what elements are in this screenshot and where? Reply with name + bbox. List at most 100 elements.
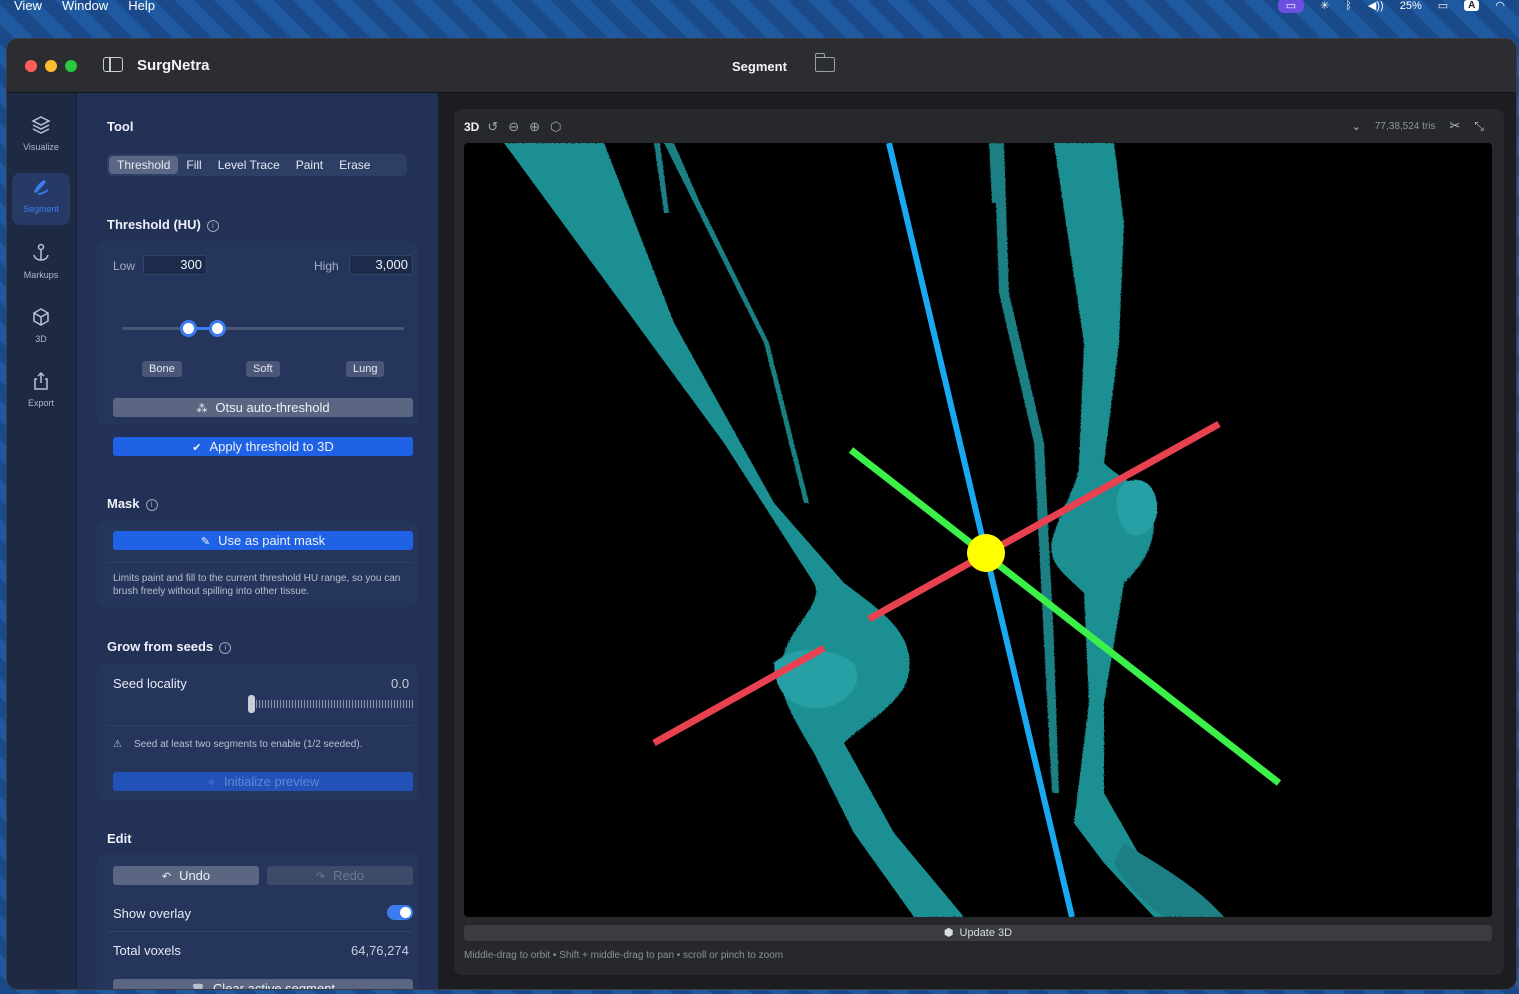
zoom-in-icon[interactable]: ⊕ <box>529 119 540 135</box>
mask-note: Limits paint and fill to the current thr… <box>113 573 401 597</box>
minimize-button[interactable] <box>45 60 57 72</box>
close-button[interactable] <box>25 60 37 72</box>
mask-title: Mask <box>107 496 140 511</box>
sparkle-icon: ✧ <box>206 777 216 789</box>
rail-label-visualize: Visualize <box>23 142 59 152</box>
grow-title: Grow from seeds <box>107 639 214 654</box>
share-icon <box>12 371 70 398</box>
rail-item-segment[interactable]: Segment <box>12 173 70 225</box>
chevron-down-icon[interactable]: ⌄ <box>1352 120 1361 133</box>
pivot-handle[interactable] <box>967 534 1005 572</box>
undo-button[interactable]: ↶ Undo <box>113 866 259 885</box>
warning-icon: ⚠ <box>113 739 122 750</box>
high-slider-knob[interactable] <box>209 320 226 337</box>
volume-icon[interactable]: ◀)) <box>1368 0 1384 12</box>
menu-help[interactable]: Help <box>128 0 155 13</box>
preset-bone-button[interactable]: Bone <box>142 361 182 377</box>
info-icon[interactable]: i <box>206 220 219 232</box>
preset-soft-button[interactable]: Soft <box>246 361 280 377</box>
bone-femur-left <box>504 143 964 917</box>
input-source[interactable]: A <box>1464 0 1480 11</box>
total-voxels-value: 64,76,274 <box>351 943 409 958</box>
threshold-title: Threshold (HU) <box>107 217 201 232</box>
tool-mode-fill[interactable]: Fill <box>178 156 209 174</box>
tool-mode-selector: Threshold Fill Level Trace Paint Erase <box>107 154 407 176</box>
use-paint-mask-button[interactable]: ✎ Use as paint mask <box>113 531 413 550</box>
otsu-label: Otsu auto-threshold <box>215 400 330 415</box>
scissors-icon[interactable]: ✂ <box>1449 118 1460 134</box>
menu-view[interactable]: View <box>14 0 42 13</box>
redo-label: Redo <box>333 868 365 883</box>
battery-percent[interactable]: 25% <box>1400 0 1422 12</box>
undo-icon: ↶ <box>161 871 172 883</box>
3d-render-canvas[interactable] <box>464 143 1492 917</box>
redo-icon: ↷ <box>315 871 326 883</box>
titlebar: SurgNetra Segment <box>7 39 1516 93</box>
collapse-icon[interactable]: ⤡ <box>1474 119 1484 134</box>
paint-mask-label: Use as paint mask <box>218 533 326 548</box>
zoom-out-icon[interactable]: ⊖ <box>508 119 519 135</box>
total-voxels-label: Total voxels <box>113 943 181 958</box>
divider <box>107 562 413 563</box>
cube-icon[interactable]: ⬡ <box>550 119 561 135</box>
brightness-icon[interactable]: ✳ <box>1320 0 1329 12</box>
rail-label-segment: Segment <box>22 204 60 214</box>
otsu-auto-threshold-button[interactable]: ⁂ Otsu auto-threshold <box>113 398 413 417</box>
initialize-preview-button[interactable]: ✧ Initialize preview <box>113 772 413 791</box>
cube-icon <box>12 307 70 334</box>
cube-icon: ⬢ <box>943 927 954 939</box>
reset-view-icon[interactable]: ↺ <box>487 119 498 135</box>
apply-threshold-button[interactable]: ✔ Apply threshold to 3D <box>113 437 413 456</box>
brush-icon <box>12 177 70 204</box>
low-value-field[interactable]: 300 <box>143 255 207 275</box>
info-icon[interactable]: i <box>219 642 232 654</box>
high-label: High <box>314 259 339 273</box>
rail-item-visualize[interactable]: Visualize <box>12 111 70 163</box>
rail-item-3d[interactable]: 3D <box>12 303 70 355</box>
clear-active-segment-button[interactable]: 🗑 Clear active segment <box>113 979 413 990</box>
threshold-slider-track[interactable] <box>122 327 404 330</box>
high-value-field[interactable]: 3,000 <box>349 255 413 275</box>
rail-item-markups[interactable]: Markups <box>12 239 70 291</box>
folder-icon[interactable] <box>814 53 835 72</box>
tool-mode-threshold[interactable]: Threshold <box>109 156 179 174</box>
seed-warning-text: Seed at least two segments to enable (1/… <box>133 739 363 750</box>
menu-window[interactable]: Window <box>62 0 108 13</box>
grow-section-title: Grow from seeds i <box>107 639 232 654</box>
window-controls <box>25 60 77 72</box>
apply-label: Apply threshold to 3D <box>209 439 334 454</box>
show-overlay-toggle[interactable] <box>387 905 413 920</box>
rail-item-export[interactable]: Export <box>12 367 70 419</box>
viewport-toolbar-right: ⌄ 77,38,524 tris ✂ ⤡ <box>1352 118 1484 134</box>
seed-locality-value: 0.0 <box>391 676 410 691</box>
redo-button[interactable]: ↷ Redo <box>267 866 413 885</box>
clear-label: Clear active segment <box>212 981 336 990</box>
preset-lung-button[interactable]: Lung <box>346 361 385 377</box>
bone-foot-right <box>1114 843 1224 917</box>
zoom-button[interactable] <box>65 60 77 72</box>
tool-mode-level-trace[interactable]: Level Trace <box>210 156 288 174</box>
bluetooth-icon[interactable]: ᛒ <box>1345 0 1352 12</box>
tool-section-title: Tool <box>107 119 134 134</box>
wifi-icon[interactable]: ◠ <box>1495 0 1505 12</box>
sidebar-toggle-icon[interactable] <box>103 57 123 72</box>
3d-scene[interactable] <box>464 143 1492 917</box>
low-slider-knob[interactable] <box>180 320 197 337</box>
app-window: SurgNetra Segment Visualize Segment Mark… <box>6 38 1517 990</box>
bone-fibula-right <box>994 143 1059 793</box>
tool-mode-erase[interactable]: Erase <box>331 156 378 174</box>
rail-label-3d: 3D <box>35 334 47 344</box>
battery-icon: ▭ <box>1437 0 1449 12</box>
seed-locality-knob[interactable] <box>248 695 255 713</box>
update-3d-label: Update 3D <box>959 927 1013 939</box>
app-title: SurgNetra <box>137 57 210 74</box>
axis-green[interactable] <box>848 447 1282 786</box>
seed-locality-slider[interactable] <box>253 700 413 708</box>
viewport-mode-label: 3D <box>464 120 480 134</box>
tool-panel: Tool Threshold Fill Level Trace Paint Er… <box>77 93 438 990</box>
screen-share-icon[interactable]: ▭ <box>1277 0 1305 13</box>
mask-section-title: Mask i <box>107 496 158 511</box>
info-icon[interactable]: i <box>145 499 158 511</box>
tool-mode-paint[interactable]: Paint <box>288 156 331 174</box>
update-3d-button[interactable]: ⬢ Update 3D <box>464 925 1492 941</box>
